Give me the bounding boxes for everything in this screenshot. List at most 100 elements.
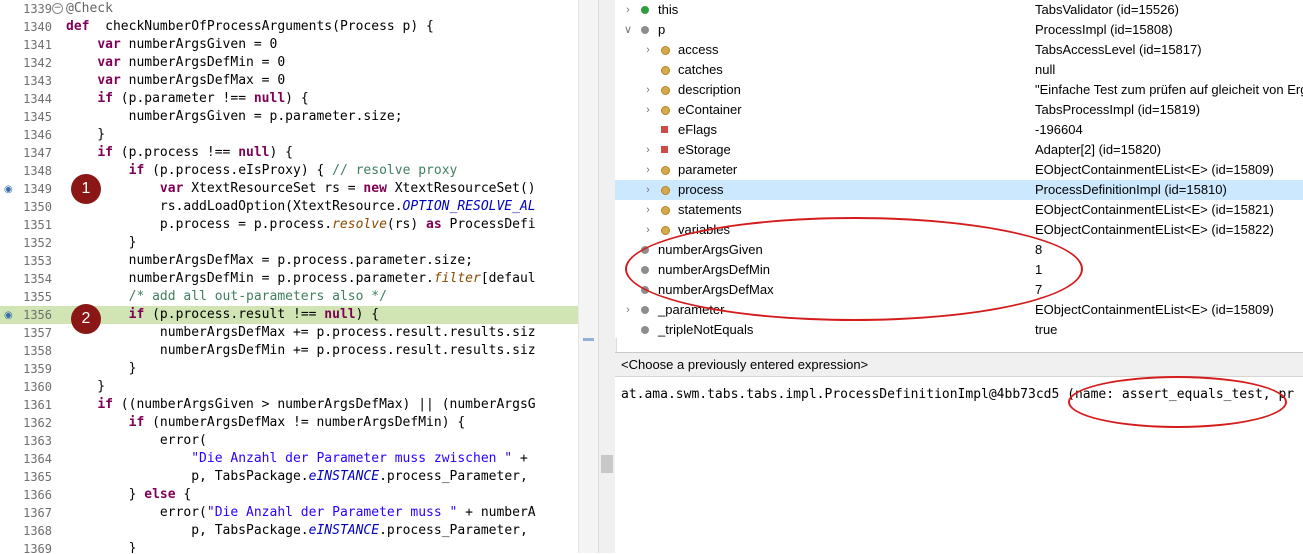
code-token: (p.process.result !== bbox=[144, 307, 325, 322]
private-field-icon bbox=[661, 126, 668, 133]
variable-row[interactable]: › eContainer TabsProcessImpl (id=15819) bbox=[615, 100, 1303, 120]
code-line[interactable]: 1364 "Die Anzahl der Parameter muss zwis… bbox=[0, 450, 578, 468]
variable-row[interactable]: ∨ p ProcessImpl (id=15808) bbox=[615, 20, 1303, 40]
code-text: error("Die Anzahl der Parameter muss " +… bbox=[66, 504, 536, 522]
code-token: (p.parameter !== bbox=[112, 91, 254, 106]
code-text: var numberArgsDefMax = 0 bbox=[66, 72, 285, 90]
code-line[interactable]: 1345 numberArgsGiven = p.parameter.size; bbox=[0, 108, 578, 126]
line-number: 1349 bbox=[23, 182, 52, 196]
code-token: // resolve proxy bbox=[332, 163, 458, 178]
code-token: ) { bbox=[285, 91, 309, 106]
overview-ruler[interactable] bbox=[578, 0, 598, 553]
scrollbar-thumb[interactable] bbox=[601, 455, 613, 473]
variable-row[interactable]: › access TabsAccessLevel (id=15817) bbox=[615, 40, 1303, 60]
protected-field-icon bbox=[661, 186, 670, 195]
code-line[interactable]: 1354 numberArgsDefMin = p.process.parame… bbox=[0, 270, 578, 288]
fold-toggle-icon[interactable]: − bbox=[52, 3, 63, 14]
code-text: } else { bbox=[66, 486, 192, 504]
code-token: ProcessDefi bbox=[441, 217, 536, 232]
code-token: var bbox=[97, 73, 121, 88]
code-token: error( bbox=[66, 505, 207, 520]
code-line[interactable]: 1351 p.process = p.process.resolve(rs) a… bbox=[0, 216, 578, 234]
line-number: 1358 bbox=[23, 344, 52, 358]
line-number: 1357 bbox=[23, 326, 52, 340]
line-number: 1342 bbox=[23, 56, 52, 70]
code-token: eINSTANCE bbox=[308, 523, 380, 538]
expand-chevron-icon[interactable]: › bbox=[623, 300, 633, 320]
variable-value: true bbox=[1035, 322, 1058, 337]
code-line[interactable]: 1341 var numberArgsGiven = 0 bbox=[0, 36, 578, 54]
code-token: (p.process.eIsProxy) { bbox=[144, 163, 333, 178]
code-token: OPTION_RESOLVE_AL bbox=[402, 199, 536, 214]
line-number: 1360 bbox=[23, 380, 52, 394]
code-line[interactable]: 1353 numberArgsDefMax = p.process.parame… bbox=[0, 252, 578, 270]
code-text: /* add all out-parameters also */ bbox=[66, 288, 387, 306]
code-line[interactable]: 1363 error( bbox=[0, 432, 578, 450]
expand-chevron-icon[interactable]: › bbox=[643, 180, 653, 200]
code-text: if (p.process.result !== null) { bbox=[66, 306, 379, 324]
code-line[interactable]: 1369 } bbox=[0, 540, 578, 553]
variable-row[interactable]: › process ProcessDefinitionImpl (id=15810) bbox=[615, 180, 1303, 200]
annotation-ellipse-variables bbox=[625, 217, 1083, 321]
code-text: } bbox=[66, 378, 105, 396]
code-line[interactable]: 1361 if ((numberArgsGiven > numberArgsDe… bbox=[0, 396, 578, 414]
line-number: 1346 bbox=[23, 128, 52, 142]
code-line[interactable]: 1340 def checkNumberOfProcessArguments(Pr… bbox=[0, 18, 578, 36]
code-editor[interactable]: 1339− @Check 1340 def checkNumberOfProcessA… bbox=[0, 0, 578, 553]
protected-field-icon bbox=[661, 46, 670, 55]
code-token: var bbox=[159, 181, 184, 196]
code-line[interactable]: 1359 } bbox=[0, 360, 578, 378]
code-token: p.process = p.process. bbox=[66, 217, 333, 232]
code-text: p, TabsPackage.eINSTANCE.process_Paramet… bbox=[66, 468, 536, 486]
variable-row[interactable]: › description "Einfache Test zum prüfen au… bbox=[615, 80, 1303, 100]
expand-chevron-icon[interactable]: › bbox=[643, 40, 653, 60]
code-line[interactable]: 1366 } else { bbox=[0, 486, 578, 504]
code-line[interactable]: 1346 } bbox=[0, 126, 578, 144]
code-line[interactable]: 1367 error("Die Anzahl der Parameter mus… bbox=[0, 504, 578, 522]
variable-name: catches bbox=[678, 62, 723, 77]
line-number: 1368 bbox=[23, 524, 52, 538]
expand-chevron-icon[interactable]: › bbox=[643, 160, 653, 180]
code-line[interactable]: 1342 var numberArgsDefMin = 0 bbox=[0, 54, 578, 72]
code-token: numberArgsDefMax += p.process.result.res… bbox=[66, 325, 536, 340]
protected-field-icon bbox=[661, 66, 670, 75]
variable-row[interactable]: › this TabsValidator (id=15526) bbox=[615, 0, 1303, 20]
code-text: var XtextResourceSet rs = new XtextResou… bbox=[66, 180, 536, 198]
code-token: new bbox=[363, 181, 387, 196]
line-number: 1362 bbox=[23, 416, 52, 430]
code-line[interactable]: 1360 } bbox=[0, 378, 578, 396]
variable-row[interactable]: › parameter EObjectContainmentEList<E> (id… bbox=[615, 160, 1303, 180]
code-text: rs.addLoadOption(XtextResource.OPTION_RE… bbox=[66, 198, 536, 216]
code-line[interactable]: 1365 p, TabsPackage.eINSTANCE.process_Pa… bbox=[0, 468, 578, 486]
variable-row[interactable]: › eStorage Adapter[2] (id=15820) bbox=[615, 140, 1303, 160]
code-token: if bbox=[97, 91, 113, 106]
code-line[interactable]: 1339− @Check bbox=[0, 0, 578, 18]
variable-row[interactable]: eFlags -196604 bbox=[615, 120, 1303, 140]
code-line[interactable]: 1362 if (numberArgsDefMax != numberArgsD… bbox=[0, 414, 578, 432]
variable-row[interactable]: catches null bbox=[615, 60, 1303, 80]
expand-chevron-icon[interactable]: › bbox=[643, 140, 653, 160]
code-token: numberArgsDefMin = p.process.parameter. bbox=[66, 271, 434, 286]
code-line[interactable]: 1352 } bbox=[0, 234, 578, 252]
variable-row[interactable]: _tripleNotEquals true bbox=[615, 320, 1303, 338]
expand-chevron-icon[interactable]: › bbox=[643, 220, 653, 240]
collapse-chevron-icon[interactable]: ∨ bbox=[623, 20, 633, 40]
code-token: } bbox=[66, 487, 145, 502]
code-line[interactable]: 1344 if (p.parameter !== null) { bbox=[0, 90, 578, 108]
ruler-mark[interactable] bbox=[583, 338, 594, 341]
expand-chevron-icon[interactable]: › bbox=[623, 0, 633, 20]
expand-chevron-icon[interactable]: › bbox=[643, 80, 653, 100]
code-text: } bbox=[66, 540, 137, 553]
expression-history-combo[interactable]: <Choose a previously entered expression> bbox=[615, 353, 1303, 377]
expand-chevron-icon[interactable]: › bbox=[643, 100, 653, 120]
code-line[interactable]: 1347 if (p.process !== null) { bbox=[0, 144, 578, 162]
code-line[interactable]: 1343 var numberArgsDefMax = 0 bbox=[0, 72, 578, 90]
code-line[interactable]: 1358 numberArgsDefMin += p.process.resul… bbox=[0, 342, 578, 360]
variable-value: TabsProcessImpl (id=15819) bbox=[1035, 102, 1201, 117]
expand-chevron-icon[interactable]: › bbox=[643, 200, 653, 220]
code-line[interactable]: 1368 p, TabsPackage.eINSTANCE.process_Pa… bbox=[0, 522, 578, 540]
variable-row[interactable]: › statements EObjectContainmentEList<E> (i… bbox=[615, 200, 1303, 220]
